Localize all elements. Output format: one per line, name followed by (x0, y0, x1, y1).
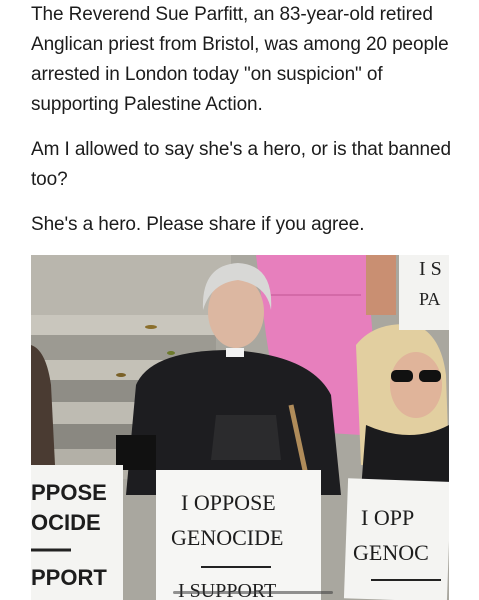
post-body: The Reverend Sue Parfitt, an 83-year-old… (31, 0, 461, 240)
post-paragraph: She's a hero. Please share if you agree. (31, 214, 365, 235)
sign-text: PA (419, 289, 440, 309)
post-photo[interactable]: I S PA PPOSE OCIDE PPORT I OPPOSE GENOCI… (31, 255, 449, 600)
sign-text: OCIDE (31, 510, 101, 535)
sign-text: GENOC (353, 540, 429, 565)
sign-text: PPORT (31, 565, 107, 590)
scroll-indicator (173, 591, 333, 594)
sign-text: PPOSE (31, 480, 107, 505)
post-paragraph: Am I allowed to say she's a hero, or is … (31, 139, 451, 190)
sign-text: I S (419, 258, 442, 280)
sign-text: GENOCIDE (171, 525, 283, 550)
sign-text: I SUPPORT (178, 580, 276, 600)
protest-photo-illustration: I S PA PPOSE OCIDE PPORT I OPPOSE GENOCI… (31, 255, 449, 600)
sign-text: I OPP (361, 505, 414, 530)
post-paragraph: The Reverend Sue Parfitt, an 83-year-old… (31, 4, 449, 115)
sign-text: I OPPOSE (181, 490, 276, 515)
